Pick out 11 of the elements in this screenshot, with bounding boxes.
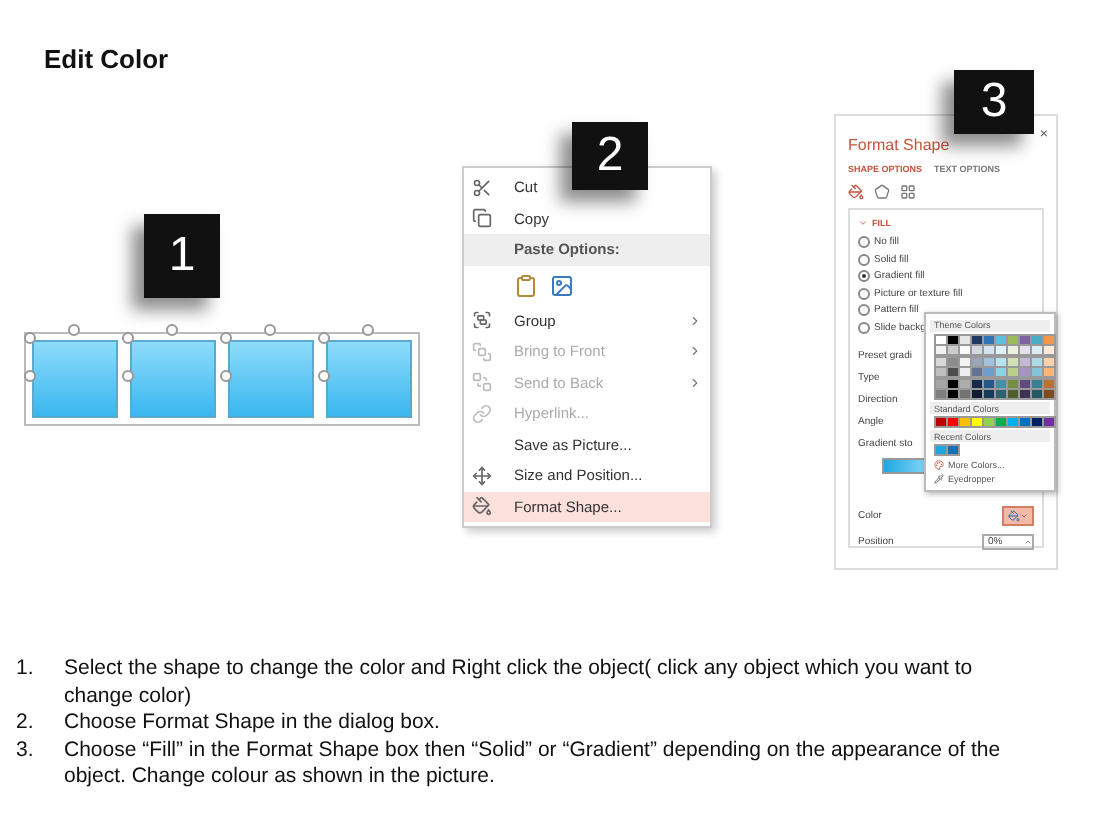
step-number: 2. <box>16 710 36 737</box>
step-badge: 2 <box>572 122 648 190</box>
step-number: 1. <box>16 656 36 684</box>
step-number: 3. <box>16 737 36 765</box>
pane-title: Format Shape <box>848 136 952 154</box>
step-text: Select the shape to change the color and Right click the object( click any object which you want to change color) <box>64 656 975 710</box>
slide-title: Edit Color <box>42 42 171 78</box>
step-badge: 1 <box>144 214 220 298</box>
step-text: Choose “Fill” in the Format Shape box then “Solid” or “Gradient” depending on the appearance of the object. Change colour as shown in the picture. <box>64 737 1003 791</box>
step-text: Choose Format Shape in the dialog box. <box>64 710 442 737</box>
step-badge: 3 <box>954 70 1034 134</box>
